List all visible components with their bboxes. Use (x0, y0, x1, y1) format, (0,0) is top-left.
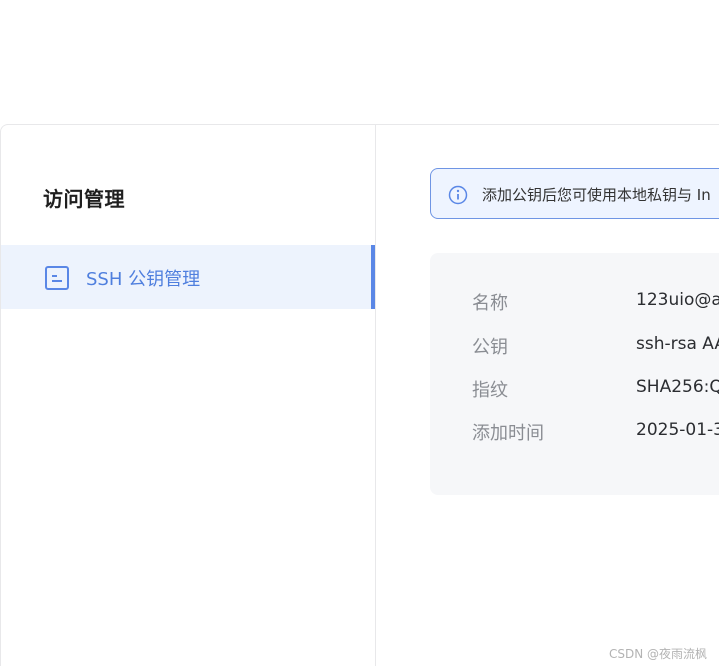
sidebar-item-ssh-keys[interactable]: SSH 公钥管理 (1, 245, 375, 309)
active-indicator (371, 245, 375, 309)
field-value: 123uio@a (636, 290, 719, 310)
alert-text: 添加公钥后您可使用本地私钥与 In (482, 186, 711, 204)
field-value: SHA256:Q (636, 377, 719, 397)
field-row-name: 名称 123uio@a (430, 289, 719, 315)
document-icon (45, 266, 69, 290)
field-row-public-key: 公钥 ssh-rsa AA (430, 333, 719, 359)
field-label: 名称 (472, 293, 508, 314)
field-row-fingerprint: 指纹 SHA256:Q (430, 376, 719, 402)
field-label: 添加时间 (472, 423, 544, 444)
access-management-panel: 访问管理 SSH 公钥管理 添加公钥后您可使用本地私钥与 In 名称 123ui… (0, 124, 719, 666)
info-icon (448, 185, 468, 205)
field-row-added-time: 添加时间 2025-01-3 (430, 419, 719, 445)
sidebar: 访问管理 SSH 公钥管理 (1, 125, 376, 666)
field-value: 2025-01-3 (636, 420, 719, 440)
field-value: ssh-rsa AA (636, 334, 719, 354)
field-label: 指纹 (472, 380, 508, 401)
page: 访问管理 SSH 公钥管理 添加公钥后您可使用本地私钥与 In 名称 123ui… (0, 0, 719, 666)
sidebar-title: 访问管理 (43, 187, 125, 211)
ssh-key-card: 名称 123uio@a 公钥 ssh-rsa AA 指纹 SHA256:Q 添加… (430, 253, 719, 495)
info-alert: 添加公钥后您可使用本地私钥与 In (430, 168, 719, 219)
field-label: 公钥 (472, 337, 508, 358)
watermark: CSDN @夜雨流枫 (609, 647, 708, 661)
sidebar-item-label: SSH 公钥管理 (86, 269, 201, 290)
